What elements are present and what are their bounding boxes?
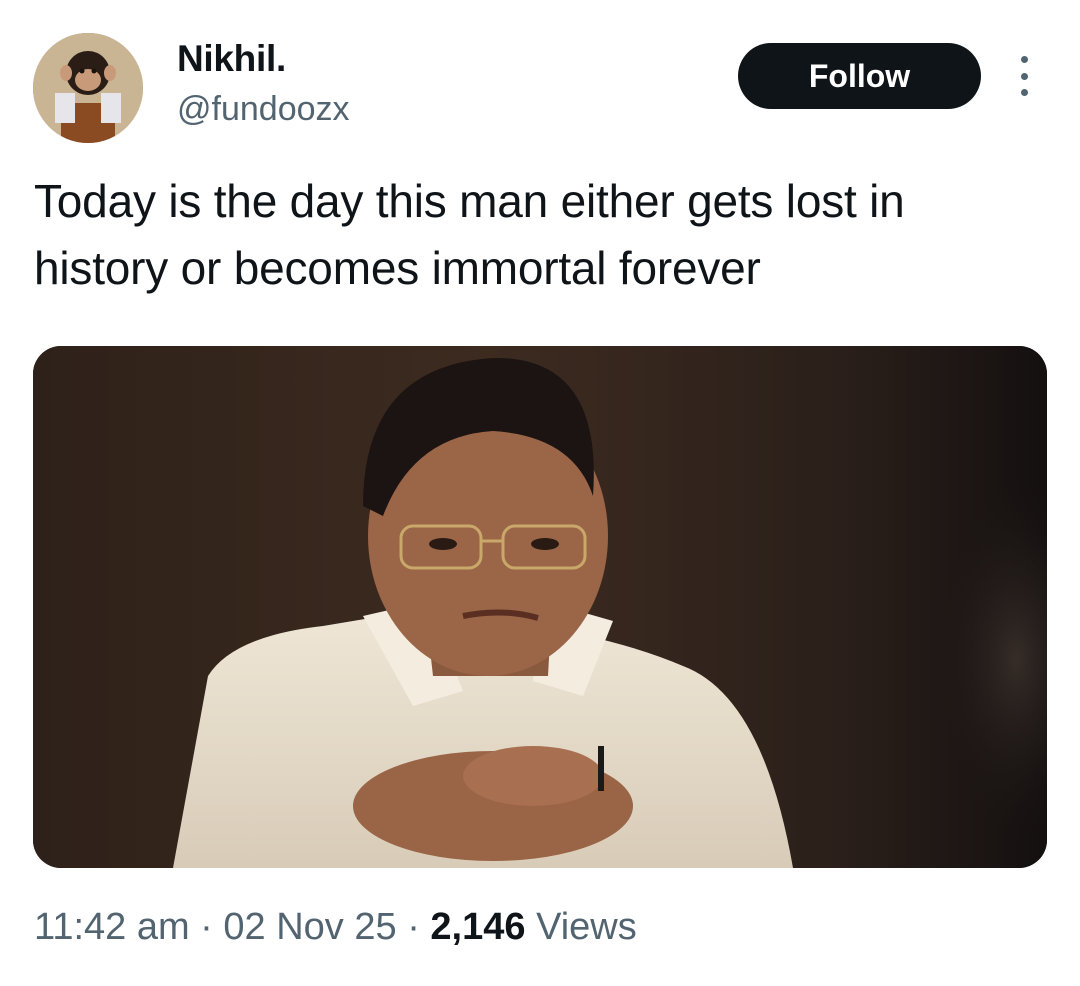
- views-count[interactable]: 2,146: [430, 906, 525, 948]
- avatar[interactable]: [33, 33, 143, 143]
- tweet-text: Today is the day this man either gets lo…: [34, 175, 905, 294]
- chimpanzee-avatar-icon: [33, 33, 143, 143]
- tweet-media-image[interactable]: [33, 346, 1047, 868]
- author-name[interactable]: Nikhil.: [177, 38, 286, 80]
- follow-button[interactable]: Follow: [738, 43, 981, 109]
- dot: [1020, 72, 1028, 80]
- dot: [1020, 56, 1028, 63]
- author-handle[interactable]: @fundoozx: [177, 90, 350, 129]
- dot: [1020, 89, 1028, 96]
- tweet-meta: 11:42 am · 02 Nov 25 · 2,146 Views: [34, 906, 637, 949]
- tweet-date[interactable]: 02 Nov 25: [223, 906, 396, 948]
- tweet-time[interactable]: 11:42 am: [34, 906, 190, 948]
- separator: ·: [189, 906, 224, 948]
- separator: ·: [396, 906, 431, 948]
- more-options-icon[interactable]: [1014, 56, 1034, 96]
- views-label: Views: [525, 906, 637, 948]
